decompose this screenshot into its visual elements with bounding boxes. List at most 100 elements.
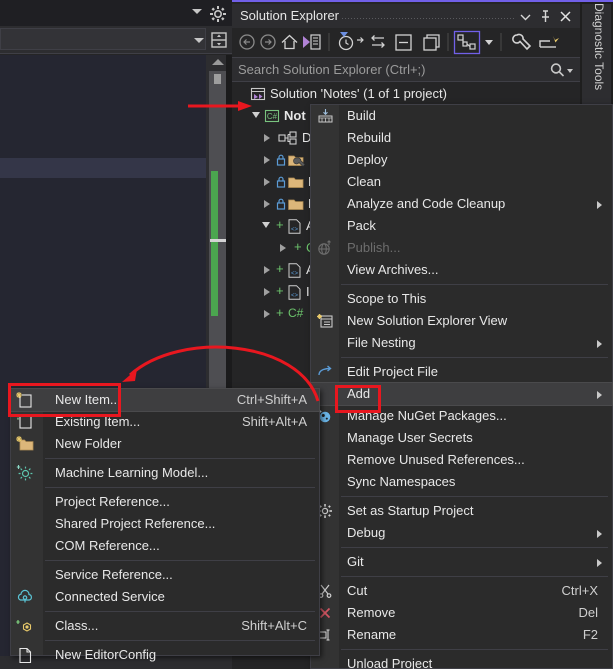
chevron-expander-icon[interactable] bbox=[264, 288, 270, 296]
menu-item-unload-project[interactable]: Unload Project bbox=[311, 653, 612, 669]
menu-item-cut[interactable]: Cut Ctrl+X bbox=[311, 580, 612, 602]
menu-item-pack[interactable]: Pack bbox=[311, 215, 612, 237]
menu-item-edit-project-file[interactable]: Edit Project File bbox=[311, 361, 612, 383]
chevron-expander-icon[interactable] bbox=[264, 178, 270, 186]
menu-item-view-archives[interactable]: View Archives... bbox=[311, 259, 612, 281]
chevron-down-icon[interactable] bbox=[517, 8, 534, 25]
chevron-expander-icon[interactable] bbox=[262, 222, 270, 228]
svg-text:<>: <> bbox=[291, 293, 299, 299]
menu-item-file-nesting[interactable]: File Nesting bbox=[311, 332, 612, 354]
gear-icon[interactable] bbox=[208, 4, 228, 24]
menu-separator bbox=[341, 649, 608, 650]
submenu-separator bbox=[45, 487, 315, 488]
editorconfig-file-icon bbox=[15, 646, 35, 664]
menu-item-rebuild[interactable]: Rebuild bbox=[311, 127, 612, 149]
menu-item-label: Unload Project bbox=[347, 656, 433, 669]
menu-item-label: Publish... bbox=[347, 240, 401, 255]
menu-item-label: Set as Startup Project bbox=[347, 503, 474, 518]
chevron-down-icon[interactable] bbox=[192, 9, 202, 14]
submenu-item-label: New EditorConfig bbox=[55, 647, 157, 662]
menu-item-label: Cut bbox=[347, 583, 368, 598]
submenu-separator bbox=[45, 611, 315, 612]
chevron-expander-icon[interactable] bbox=[264, 200, 270, 208]
menu-item-label: Analyze and Code Cleanup bbox=[347, 196, 506, 211]
menu-item-rename[interactable]: Rename F2 bbox=[311, 624, 612, 646]
chevron-expander-icon[interactable] bbox=[264, 266, 270, 274]
build-icon bbox=[315, 107, 335, 125]
razor-file-icon: <> bbox=[288, 263, 301, 281]
submenu-item-com-reference[interactable]: COM Reference... bbox=[11, 535, 319, 557]
menu-item-remove[interactable]: Remove Del bbox=[311, 602, 612, 624]
project-context-menu[interactable]: Build Rebuild Deploy Clean Analyze and C… bbox=[310, 104, 613, 669]
menu-item-analyze-and-code-cleanup[interactable]: Analyze and Code Cleanup bbox=[311, 193, 612, 215]
pin-icon[interactable] bbox=[537, 8, 554, 25]
menu-item-scope-to-this[interactable]: Scope to This bbox=[311, 288, 612, 310]
submenu-item-new-folder[interactable]: New Folder bbox=[11, 433, 319, 455]
menu-item-manage-nuget-packages[interactable]: Manage NuGet Packages... bbox=[311, 405, 612, 427]
solution-explorer-toolbar bbox=[232, 28, 580, 57]
member-dropdown[interactable] bbox=[0, 28, 206, 50]
menu-item-label: Sync Namespaces bbox=[347, 474, 456, 489]
search-solution-explorer-input[interactable]: Search Solution Explorer (Ctrl+;) bbox=[232, 57, 580, 82]
csharp-project-icon: C# bbox=[264, 108, 280, 127]
diagnostic-tools-tab-body[interactable]: Diagnostic Tools bbox=[582, 3, 611, 119]
menu-item-label: Build bbox=[347, 108, 376, 123]
submenu-arrow-icon bbox=[597, 201, 602, 209]
plus-badge-icon: + bbox=[276, 261, 284, 276]
submenu-item-connected-service[interactable]: Connected Service bbox=[11, 586, 319, 608]
chevron-expander-icon[interactable] bbox=[252, 112, 260, 118]
new-item-icon bbox=[15, 391, 35, 409]
menu-item-sync-namespaces[interactable]: Sync Namespaces bbox=[311, 471, 612, 493]
scrollbar-thumb[interactable] bbox=[214, 74, 221, 84]
split-view-icon[interactable] bbox=[208, 29, 230, 51]
new-solution-view-icon bbox=[315, 312, 335, 330]
publish-globe-icon bbox=[315, 239, 335, 257]
chevron-expander-icon[interactable] bbox=[264, 156, 270, 164]
submenu-item-label: Shared Project Reference... bbox=[55, 516, 216, 531]
dependencies-icon bbox=[278, 131, 298, 148]
menu-item-remove-unused-references[interactable]: Remove Unused References... bbox=[311, 449, 612, 471]
submenu-item-new-item[interactable]: New Item... Ctrl+Shift+A bbox=[10, 388, 320, 412]
submenu-item-shared-project-reference[interactable]: Shared Project Reference... bbox=[11, 513, 319, 535]
chevron-down-icon[interactable] bbox=[194, 38, 204, 43]
submenu-item-service-reference[interactable]: Service Reference... bbox=[11, 564, 319, 586]
diagnostic-tools-tab-label: Diagnostic Tools bbox=[592, 3, 606, 91]
submenu-item-project-reference[interactable]: Project Reference... bbox=[11, 491, 319, 513]
menu-separator bbox=[341, 284, 608, 285]
submenu-item-existing-item[interactable]: Existing Item... Shift+Alt+A bbox=[11, 411, 319, 433]
menu-item-deploy[interactable]: Deploy bbox=[311, 149, 612, 171]
search-input-placeholder: Search Solution Explorer (Ctrl+;) bbox=[238, 62, 426, 77]
folder-wrench-icon bbox=[288, 154, 306, 170]
current-line-highlight bbox=[0, 158, 206, 178]
menu-item-clean[interactable]: Clean bbox=[311, 171, 612, 193]
menu-item-debug[interactable]: Debug bbox=[311, 522, 612, 544]
menu-item-manage-user-secrets[interactable]: Manage User Secrets bbox=[311, 427, 612, 449]
close-icon[interactable] bbox=[557, 8, 574, 25]
chevron-expander-icon[interactable] bbox=[280, 244, 286, 252]
submenu-separator bbox=[45, 640, 315, 641]
chevron-expander-icon[interactable] bbox=[264, 310, 270, 318]
submenu-item-machine-learning-model[interactable]: Machine Learning Model... bbox=[11, 462, 319, 484]
submenu-separator bbox=[45, 458, 315, 459]
menu-item-set-as-startup-project[interactable]: Set as Startup Project bbox=[311, 500, 612, 522]
submenu-separator bbox=[45, 560, 315, 561]
add-submenu[interactable]: New Item... Ctrl+Shift+A Existing Item..… bbox=[10, 388, 320, 663]
vs-window: Solution Explorer Search Solution Explor… bbox=[0, 0, 613, 669]
tree-item-solution[interactable]: Solution 'Notes' (1 of 1 project) bbox=[232, 83, 580, 105]
menu-item-label: Clean bbox=[347, 174, 381, 189]
submenu-item-class[interactable]: Class... Shift+Alt+C bbox=[11, 615, 319, 637]
submenu-item-label: Service Reference... bbox=[55, 567, 173, 582]
ml-model-icon bbox=[15, 464, 35, 482]
chevron-expander-icon[interactable] bbox=[264, 134, 270, 142]
menu-item-git[interactable]: Git bbox=[311, 551, 612, 573]
menu-item-build[interactable]: Build bbox=[311, 105, 612, 127]
menu-item-label: Manage User Secrets bbox=[347, 430, 473, 445]
menu-item-add[interactable]: Add bbox=[310, 382, 613, 406]
menu-item-label: Rename bbox=[347, 627, 397, 642]
magnifier-icon[interactable] bbox=[548, 61, 574, 84]
menu-item-new-solution-explorer-view[interactable]: New Solution Explorer View bbox=[311, 310, 612, 332]
scroll-up-arrow-icon[interactable] bbox=[212, 59, 224, 65]
change-bar-indicator bbox=[211, 171, 218, 316]
solution-explorer-titlebar: Solution Explorer bbox=[232, 4, 580, 28]
submenu-item-new-editorconfig[interactable]: New EditorConfig bbox=[11, 644, 319, 666]
